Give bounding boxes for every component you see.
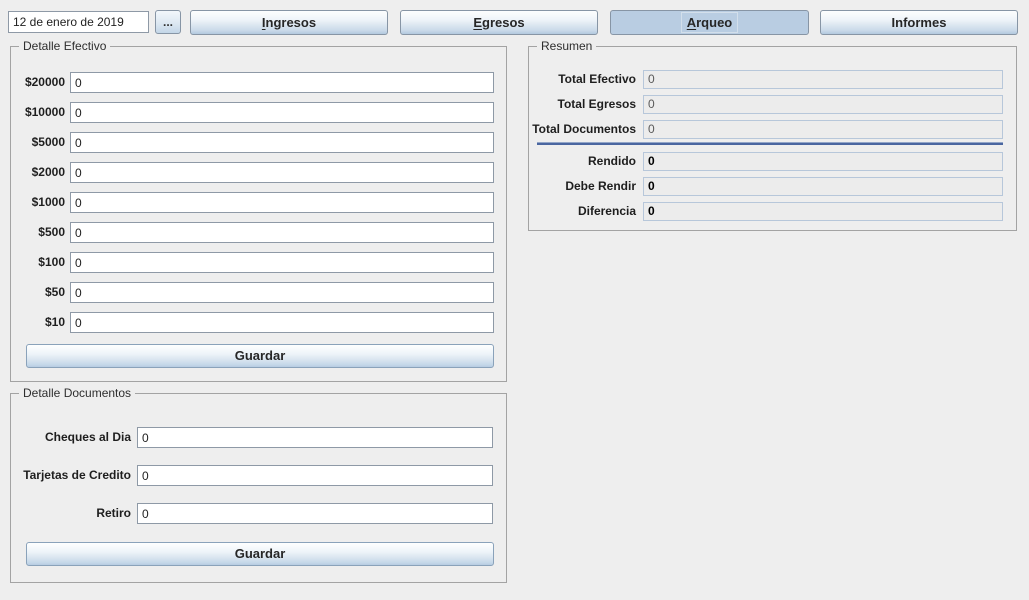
denomination-label-10: $10 bbox=[10, 312, 65, 333]
total-efectivo-field: 0 bbox=[643, 70, 1003, 89]
tarjetas-input[interactable] bbox=[137, 465, 493, 486]
nav-button-informes[interactable]: Informes bbox=[820, 10, 1018, 35]
arqueo-window: ... Ingresos Egresos Arqueo Informes Det… bbox=[0, 0, 1029, 600]
rendido-field: 0 bbox=[643, 152, 1003, 171]
denomination-input-10000[interactable] bbox=[70, 102, 494, 123]
nav-button-informes-label: Informes bbox=[892, 15, 947, 30]
total-documentos-field: 0 bbox=[643, 120, 1003, 139]
denomination-input-500[interactable] bbox=[70, 222, 494, 243]
debe-rendir-field: 0 bbox=[643, 177, 1003, 196]
denomination-input-50[interactable] bbox=[70, 282, 494, 303]
denomination-label-500: $500 bbox=[10, 222, 65, 243]
date-input[interactable] bbox=[8, 11, 149, 33]
nav-button-egresos-label: gresos bbox=[482, 15, 525, 30]
cheques-label: Cheques al Dia bbox=[12, 427, 131, 448]
diferencia-field: 0 bbox=[643, 202, 1003, 221]
denomination-label-100: $100 bbox=[10, 252, 65, 273]
total-egresos-field: 0 bbox=[643, 95, 1003, 114]
denomination-label-50: $50 bbox=[10, 282, 65, 303]
nav-button-egresos[interactable]: Egresos bbox=[400, 10, 598, 35]
resumen-separator bbox=[537, 142, 1003, 145]
cheques-input[interactable] bbox=[137, 427, 493, 448]
denomination-label-2000: $2000 bbox=[10, 162, 65, 183]
total-documentos-label: Total Documentos bbox=[528, 120, 636, 139]
nav-button-arqueo-focus: Arqueo bbox=[681, 12, 739, 33]
denomination-input-2000[interactable] bbox=[70, 162, 494, 183]
tarjetas-label: Tarjetas de Credito bbox=[12, 465, 131, 486]
denomination-input-100[interactable] bbox=[70, 252, 494, 273]
denomination-input-20000[interactable] bbox=[70, 72, 494, 93]
save-efectivo-button[interactable]: Guardar bbox=[26, 344, 494, 368]
nav-button-arqueo-mnemonic: A bbox=[687, 15, 696, 30]
panel-detalle-efectivo-title: Detalle Efectivo bbox=[19, 39, 110, 54]
retiro-input[interactable] bbox=[137, 503, 493, 524]
denomination-label-10000: $10000 bbox=[10, 102, 65, 123]
rendido-label: Rendido bbox=[528, 152, 636, 171]
nav-button-egresos-mnemonic: E bbox=[473, 15, 482, 30]
total-efectivo-label: Total Efectivo bbox=[528, 70, 636, 89]
denomination-input-1000[interactable] bbox=[70, 192, 494, 213]
panel-detalle-documentos-title: Detalle Documentos bbox=[19, 386, 135, 401]
total-egresos-label: Total Egresos bbox=[528, 95, 636, 114]
denomination-input-5000[interactable] bbox=[70, 132, 494, 153]
nav-button-arqueo-label: rqueo bbox=[696, 15, 732, 30]
denomination-label-1000: $1000 bbox=[10, 192, 65, 213]
retiro-label: Retiro bbox=[12, 503, 131, 524]
nav-button-arqueo[interactable]: Arqueo bbox=[610, 10, 809, 35]
date-browse-button[interactable]: ... bbox=[155, 10, 181, 34]
panel-resumen-title: Resumen bbox=[537, 39, 596, 54]
diferencia-label: Diferencia bbox=[528, 202, 636, 221]
denomination-label-20000: $20000 bbox=[10, 72, 65, 93]
debe-rendir-label: Debe Rendir bbox=[528, 177, 636, 196]
denomination-input-10[interactable] bbox=[70, 312, 494, 333]
nav-button-ingresos-label: ngresos bbox=[266, 15, 317, 30]
nav-button-ingresos[interactable]: Ingresos bbox=[190, 10, 388, 35]
denomination-label-5000: $5000 bbox=[10, 132, 65, 153]
save-documentos-button[interactable]: Guardar bbox=[26, 542, 494, 566]
